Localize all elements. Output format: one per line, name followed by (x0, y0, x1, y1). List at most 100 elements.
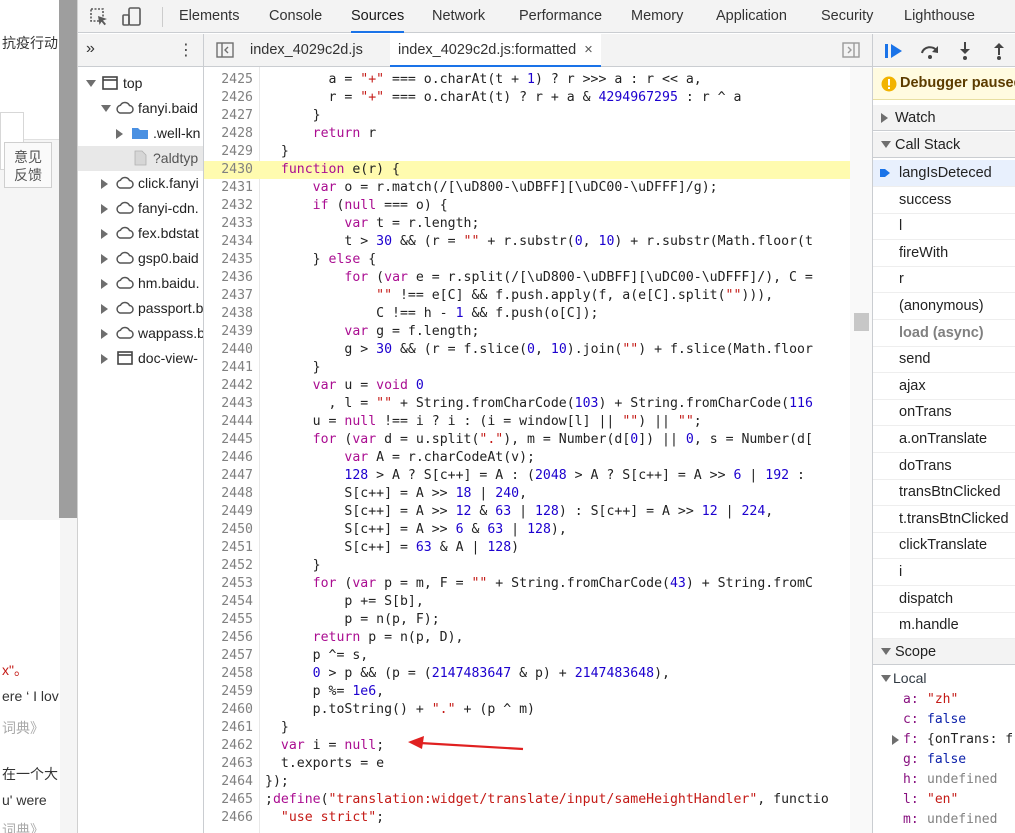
code-line[interactable]: 2436 for (var e = r.split(/[\uD800-\uDBF… (204, 269, 872, 287)
line-number[interactable]: 2465 (204, 791, 253, 809)
code-line[interactable]: 2447 128 > A ? S[c++] = A : (2048 > A ? … (204, 467, 872, 485)
line-number[interactable]: 2464 (204, 773, 253, 791)
step-over-icon[interactable] (919, 41, 941, 61)
line-number[interactable]: 2461 (204, 719, 253, 737)
call-frame[interactable]: a.onTranslate (873, 426, 1015, 453)
collapsed-arrow-icon[interactable] (101, 304, 108, 314)
line-number[interactable]: 2448 (204, 485, 253, 503)
scope-variable[interactable]: h: undefined (873, 770, 1015, 790)
tree-item[interactable]: doc-view- (78, 346, 203, 371)
line-number[interactable]: 2457 (204, 647, 253, 665)
collapsed-arrow-icon[interactable] (116, 129, 123, 139)
line-number[interactable]: 2441 (204, 359, 253, 377)
call-frame[interactable]: clickTranslate (873, 532, 1015, 560)
line-number[interactable]: 2449 (204, 503, 253, 521)
call-frame[interactable]: onTrans (873, 399, 1015, 427)
line-number[interactable]: 2444 (204, 413, 253, 431)
feedback-button[interactable]: 意见 反馈 (4, 142, 52, 188)
line-number[interactable]: 2426 (204, 89, 253, 107)
scope-variable[interactable]: c: false (873, 710, 1015, 730)
resume-icon[interactable] (883, 41, 905, 61)
line-number[interactable]: 2451 (204, 539, 253, 557)
close-icon[interactable]: × (584, 42, 592, 58)
call-frame[interactable]: fireWith (873, 240, 1015, 267)
callstack-section-header[interactable]: Call Stack (873, 132, 1015, 158)
code-line[interactable]: 2446 var A = r.charCodeAt(v); (204, 449, 872, 467)
code-line[interactable]: 2459 p %= 1e6, (204, 683, 872, 701)
tree-item[interactable]: gsp0.baid (78, 246, 203, 271)
call-frame[interactable]: transBtnClicked (873, 479, 1015, 507)
line-number[interactable]: 2446 (204, 449, 253, 467)
line-number[interactable]: 2455 (204, 611, 253, 629)
code-line[interactable]: 2444 u = null !== i ? i : (i = window[l]… (204, 413, 872, 431)
device-toolbar-icon[interactable] (121, 6, 143, 28)
call-frame[interactable]: success (873, 187, 1015, 214)
tab-application[interactable]: Application (716, 0, 787, 33)
call-frame[interactable]: l (873, 213, 1015, 241)
code-line[interactable]: 2425 a = "+" === o.charAt(t + 1) ? r >>>… (204, 71, 872, 89)
line-number[interactable]: 2430 (204, 161, 253, 179)
line-number[interactable]: 2437 (204, 287, 253, 305)
code-line[interactable]: 2432 if (null === o) { (204, 197, 872, 215)
code-line[interactable]: 2430 function e(r) { (204, 161, 872, 179)
tab-lighthouse[interactable]: Lighthouse (904, 0, 975, 33)
line-number[interactable]: 2454 (204, 593, 253, 611)
step-into-icon[interactable] (955, 41, 975, 61)
code-line[interactable]: 2437 "" !== e[C] && f.push.apply(f, a(e[… (204, 287, 872, 305)
collapsed-arrow-icon[interactable] (101, 279, 108, 289)
collapsed-arrow-icon[interactable] (892, 735, 899, 745)
call-frame[interactable]: langIsDeteced (873, 160, 1015, 187)
collapsed-arrow-icon[interactable] (101, 229, 108, 239)
tab-console[interactable]: Console (269, 0, 322, 33)
code-line[interactable]: 2457 p ^= s, (204, 647, 872, 665)
line-number[interactable]: 2425 (204, 71, 253, 89)
line-number[interactable]: 2453 (204, 575, 253, 593)
line-number[interactable]: 2456 (204, 629, 253, 647)
toggle-debugger-icon[interactable] (842, 42, 860, 58)
tab-elements[interactable]: Elements (179, 0, 239, 33)
code-line[interactable]: 2431 var o = r.match(/[\uD800-\uDBFF][\u… (204, 179, 872, 197)
code-line[interactable]: 2426 r = "+" === o.charAt(t) ? r + a & 4… (204, 89, 872, 107)
line-number[interactable]: 2466 (204, 809, 253, 827)
code-line[interactable]: 2458 0 > p && (p = (2147483647 & p) + 21… (204, 665, 872, 683)
scope-section-header[interactable]: Scope (873, 639, 1015, 665)
call-frame[interactable]: m.handle (873, 612, 1015, 640)
line-number[interactable]: 2432 (204, 197, 253, 215)
line-number[interactable]: 2459 (204, 683, 253, 701)
tree-item[interactable]: hm.baidu. (78, 271, 203, 296)
more-tabs-button[interactable]: » (86, 40, 95, 58)
code-line[interactable]: 2454 p += S[b], (204, 593, 872, 611)
tree-item[interactable]: ?aldtyp (78, 146, 203, 171)
watch-section-header[interactable]: Watch (873, 105, 1015, 131)
line-number[interactable]: 2460 (204, 701, 253, 719)
scope-variable[interactable]: l: "en" (873, 790, 1015, 810)
tree-item[interactable]: passport.b (78, 296, 203, 321)
call-frame[interactable]: ajax (873, 373, 1015, 400)
code-line[interactable]: 2455 p = n(p, F); (204, 611, 872, 629)
code-line[interactable]: 2428 return r (204, 125, 872, 143)
line-number[interactable]: 2463 (204, 755, 253, 773)
code-line[interactable]: 2450 S[c++] = A >> 6 & 63 | 128), (204, 521, 872, 539)
code-line[interactable]: 2465 ;define("translation:widget/translat… (204, 791, 872, 809)
line-number[interactable]: 2428 (204, 125, 253, 143)
code-line[interactable]: 2462 var i = null; (204, 737, 872, 755)
line-number[interactable]: 2458 (204, 665, 253, 683)
line-number[interactable]: 2445 (204, 431, 253, 449)
tab-memory[interactable]: Memory (631, 0, 683, 33)
line-number[interactable]: 2452 (204, 557, 253, 575)
tree-item[interactable]: click.fanyi (78, 171, 203, 196)
scope-variable[interactable]: m: undefined (873, 810, 1015, 830)
tab-security[interactable]: Security (821, 0, 873, 33)
tree-item[interactable]: fex.bdstat (78, 221, 203, 246)
code-line[interactable]: 2435 } else { (204, 251, 872, 269)
step-out-icon[interactable] (989, 41, 1009, 61)
code-line[interactable]: 2466 "use strict"; (204, 809, 872, 827)
code-line[interactable]: 2453 for (var p = m, F = "" + String.fro… (204, 575, 872, 593)
code-line[interactable]: 2463 t.exports = e (204, 755, 872, 773)
line-number[interactable]: 2436 (204, 269, 253, 287)
code-view[interactable]: 2425 a = "+" === o.charAt(t + 1) ? r >>>… (204, 67, 872, 833)
inspect-element-icon[interactable] (88, 6, 110, 28)
line-number[interactable]: 2439 (204, 323, 253, 341)
editor-scrollbar[interactable] (850, 67, 872, 833)
code-line[interactable]: 2445 for (var d = u.split("."), m = Numb… (204, 431, 872, 449)
